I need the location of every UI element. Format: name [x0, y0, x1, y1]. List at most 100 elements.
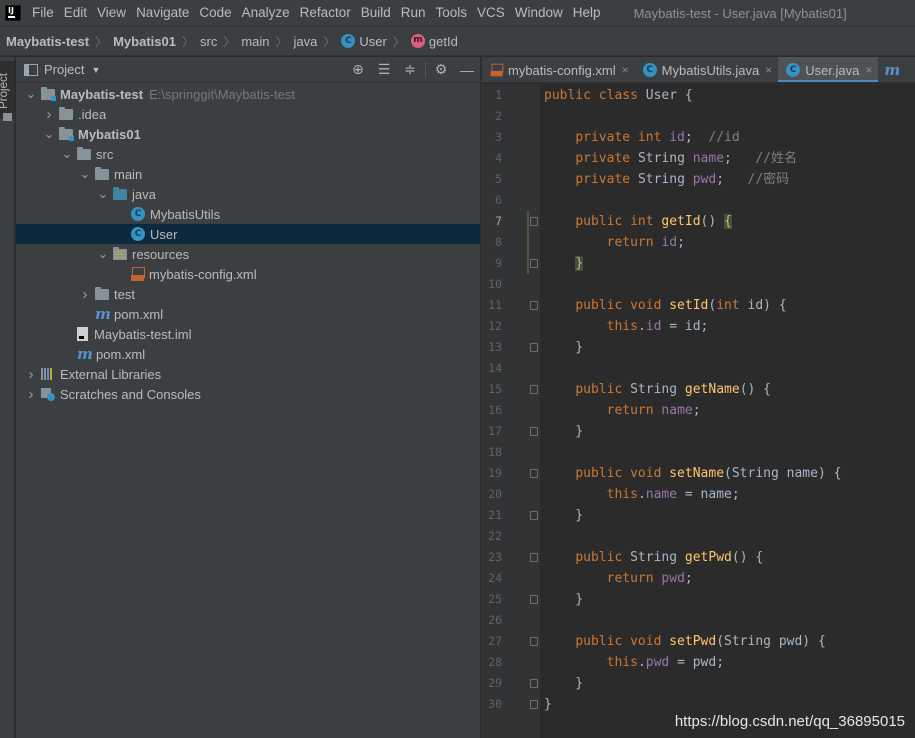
tree-item[interactable]: ⌄ src	[16, 144, 480, 164]
code-text: }	[575, 256, 584, 271]
chevron-down-icon[interactable]: ⌄	[42, 127, 56, 140]
chevron-right-icon[interactable]: ›	[24, 386, 38, 403]
line-number: 6	[495, 193, 502, 207]
chevron-right-icon[interactable]: ›	[42, 106, 56, 123]
fold-marker-icon[interactable]	[530, 553, 538, 562]
line-number: 21	[488, 508, 502, 522]
tree-item[interactable]: › External Libraries	[16, 364, 480, 384]
code-text: public String getName() {	[575, 382, 772, 397]
fold-marker-icon[interactable]	[530, 427, 538, 436]
fold-marker-icon[interactable]	[530, 595, 538, 604]
menu-tools[interactable]: Tools	[431, 0, 473, 26]
close-icon[interactable]: ×	[622, 63, 629, 77]
close-icon[interactable]: ×	[865, 63, 872, 77]
hide-icon[interactable]: —	[454, 57, 480, 83]
code-line: 3 private int id; //id	[495, 127, 915, 148]
breadcrumb-project[interactable]: Maybatis-test	[6, 34, 89, 49]
maven-icon: m	[95, 305, 111, 323]
menu-help[interactable]: Help	[568, 0, 606, 26]
java-class-icon	[786, 63, 801, 77]
tree-item[interactable]: ⌄ Maybatis-test E:\springgit\Maybatis-test	[16, 84, 480, 104]
code-text: }	[544, 424, 584, 439]
tree-item[interactable]: ›User	[16, 224, 480, 244]
menu-edit[interactable]: Edit	[59, 0, 92, 26]
resources-folder-icon	[113, 246, 127, 260]
project-view-icon	[24, 63, 38, 76]
fold-marker-icon[interactable]	[530, 301, 538, 310]
project-panel-header: Project ▼ ⊕ ☰ ≑ ⚙ —	[16, 57, 480, 83]
editor: mybatis-config.xml×MybatisUtils.java×Use…	[481, 57, 915, 738]
chevron-right-icon[interactable]: ›	[24, 366, 38, 383]
chevron-down-icon[interactable]: ▼	[91, 65, 100, 75]
menu-refactor[interactable]: Refactor	[295, 0, 356, 26]
tree-item[interactable]: › .idea	[16, 104, 480, 124]
tree-item[interactable]: ⌄ main	[16, 164, 480, 184]
fold-marker-icon[interactable]	[530, 385, 538, 394]
close-icon[interactable]: ×	[765, 63, 772, 77]
locate-file-icon[interactable]: ⊕	[345, 57, 371, 83]
chevron-down-icon[interactable]: ⌄	[60, 147, 74, 160]
code-text: public String getPwd() {	[575, 550, 764, 565]
tree-item[interactable]: › test	[16, 284, 480, 304]
code-line: 18	[488, 442, 915, 463]
breadcrumb-module[interactable]: Mybatis01	[113, 34, 176, 49]
line-number: 7	[495, 214, 502, 228]
fold-marker-icon[interactable]	[530, 217, 538, 226]
breadcrumb-main[interactable]: main	[241, 34, 269, 49]
tree-item[interactable]: ›MybatisUtils	[16, 204, 480, 224]
tree-item[interactable]: › Scratches and Consoles	[16, 384, 480, 404]
method-icon	[410, 34, 425, 48]
menu-window[interactable]: Window	[510, 0, 568, 26]
fold-marker-icon[interactable]	[530, 679, 538, 688]
code-text: public int getId() {	[575, 214, 732, 229]
gear-icon[interactable]: ⚙	[428, 57, 454, 83]
tree-item-label: test	[114, 286, 135, 302]
fold-marker-icon[interactable]	[530, 700, 538, 709]
code-text: }	[544, 508, 584, 523]
menu-run[interactable]: Run	[396, 0, 431, 26]
fold-marker-icon[interactable]	[530, 259, 538, 268]
maven-icon[interactable]: m	[878, 57, 900, 82]
project-tool-window-button[interactable]: Project	[0, 61, 15, 121]
tree-item[interactable]: ⌄ Mybatis01	[16, 124, 480, 144]
menu-build[interactable]: Build	[356, 0, 396, 26]
tree-item[interactable]: ›mpom.xml	[16, 344, 480, 364]
chevron-right-icon[interactable]: ›	[78, 286, 92, 303]
chevron-down-icon[interactable]: ⌄	[78, 167, 92, 180]
breadcrumb-src[interactable]: src	[200, 34, 217, 49]
editor-tab[interactable]: User.java ×	[778, 57, 879, 82]
editor-tab[interactable]: mybatis-config.xml ×	[482, 57, 635, 82]
line-number: 20	[488, 487, 502, 501]
menu-vcs[interactable]: VCS	[472, 0, 510, 26]
project-view-selector[interactable]: Project	[44, 62, 84, 77]
chevron-down-icon[interactable]: ⌄	[96, 187, 110, 200]
menu-view[interactable]: View	[92, 0, 131, 26]
code-text: private String name; //姓名	[575, 151, 798, 166]
tree-item[interactable]: ›mpom.xml	[16, 304, 480, 324]
menu-code[interactable]: Code	[194, 0, 236, 26]
menu-analyze[interactable]: Analyze	[237, 0, 295, 26]
fold-marker-icon[interactable]	[530, 469, 538, 478]
code-area[interactable]: 1 public class User {2 3 private int id; /…	[488, 84, 915, 738]
fold-marker-icon[interactable]	[530, 511, 538, 520]
code-text: return pwd;	[606, 571, 693, 586]
tree-item[interactable]: ⌄ java	[16, 184, 480, 204]
expand-all-icon[interactable]: ☰	[371, 57, 397, 83]
chevron-down-icon[interactable]: ⌄	[96, 247, 110, 260]
breadcrumb-java[interactable]: java	[294, 34, 318, 49]
tree-item-label: Maybatis-test	[60, 86, 144, 102]
chevron-down-icon[interactable]: ⌄	[24, 87, 38, 100]
menu-file[interactable]: File	[27, 0, 59, 26]
tree-item[interactable]: ›mybatis-config.xml	[16, 264, 480, 284]
code-line: 7 public int getId() {	[495, 211, 915, 232]
collapse-all-icon[interactable]: ≑	[397, 57, 423, 83]
menu-navigate[interactable]: Navigate	[131, 0, 194, 26]
fold-marker-icon[interactable]	[530, 637, 538, 646]
editor-tab[interactable]: MybatisUtils.java ×	[635, 57, 779, 82]
tree-item[interactable]: ›Maybatis-test.iml	[16, 324, 480, 344]
tree-item[interactable]: ⌄ resources	[16, 244, 480, 264]
breadcrumb-method[interactable]: getId	[410, 34, 458, 49]
breadcrumb-separator-icon: 〉	[223, 34, 236, 49]
breadcrumb-class[interactable]: User	[341, 34, 387, 49]
fold-marker-icon[interactable]	[530, 343, 538, 352]
